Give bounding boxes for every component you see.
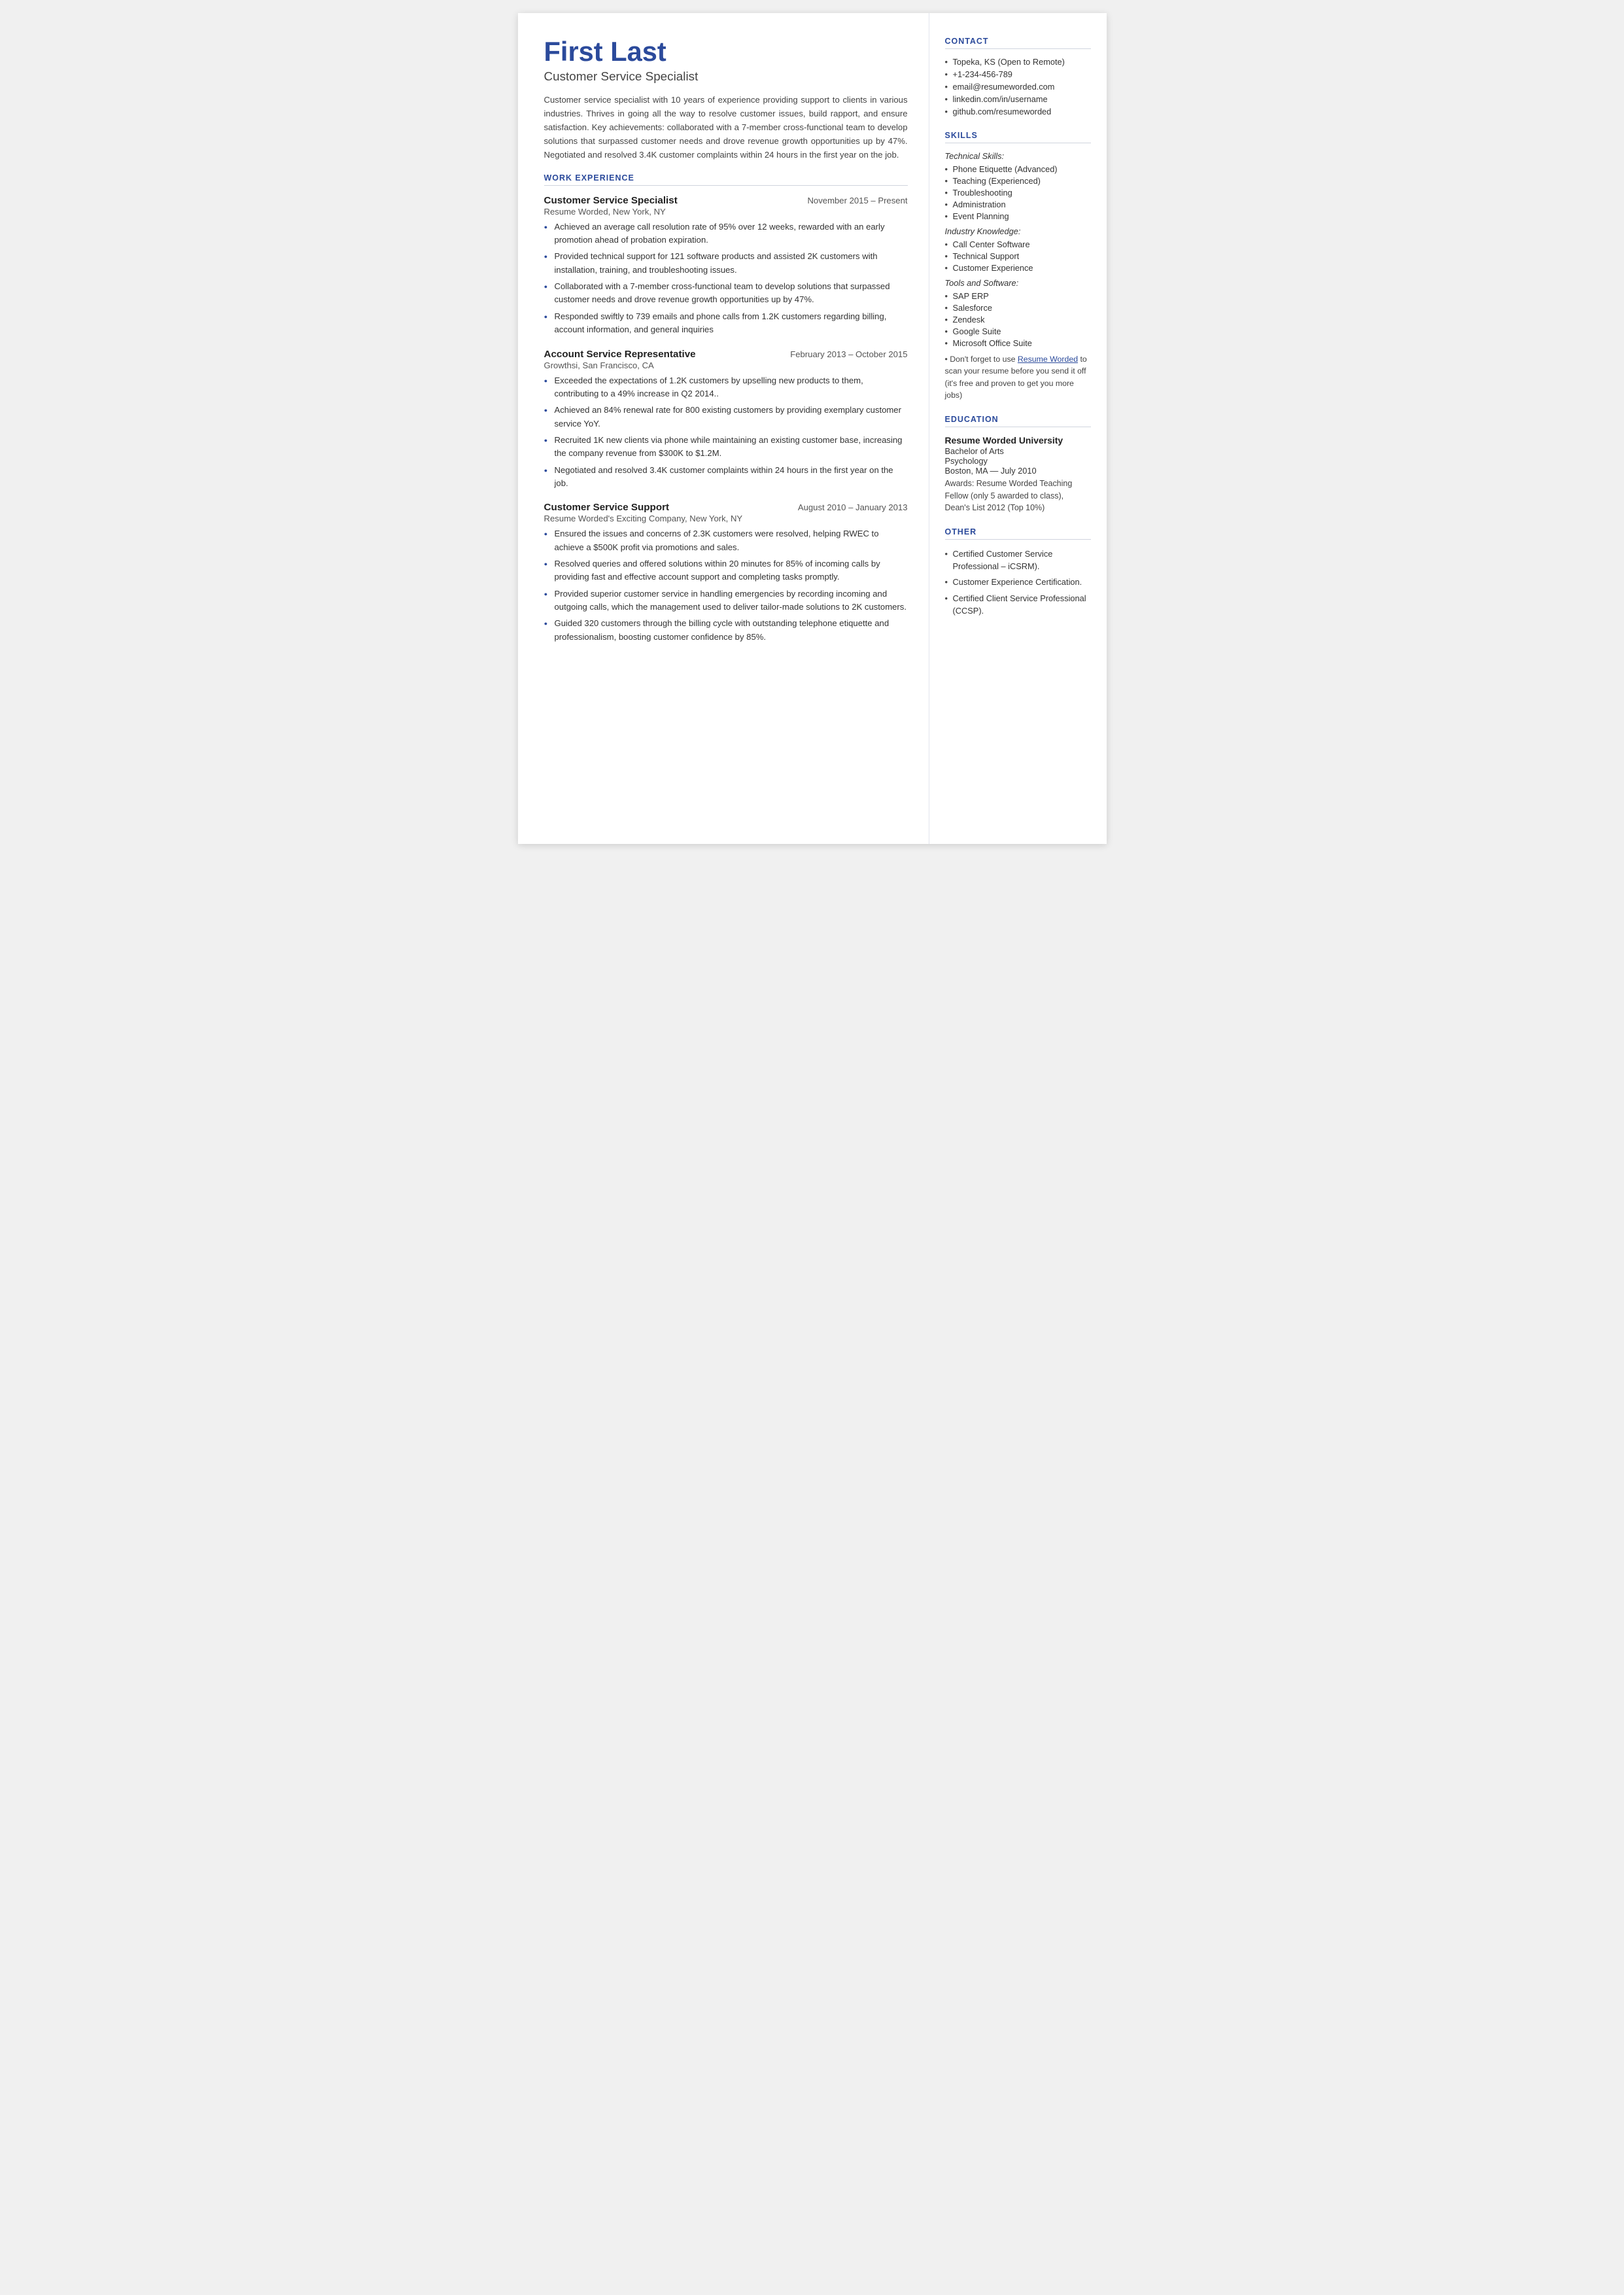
skill-item: Customer Experience xyxy=(945,263,1091,273)
bullet: Exceeded the expectations of 1.2K custom… xyxy=(544,374,908,401)
job-header-3: Customer Service Support August 2010 – J… xyxy=(544,502,908,513)
job-dates-2: February 2013 – October 2015 xyxy=(790,349,907,359)
other-section: OTHER Certified Customer Service Profess… xyxy=(945,527,1091,617)
skill-item: Troubleshooting xyxy=(945,188,1091,198)
job-bullets-1: Achieved an average call resolution rate… xyxy=(544,220,908,337)
skills-label: SKILLS xyxy=(945,131,1091,143)
job-title-2: Account Service Representative xyxy=(544,349,696,360)
edu-awards: Awards: Resume Worded Teaching Fellow (o… xyxy=(945,478,1091,514)
bullet: Provided technical support for 121 softw… xyxy=(544,250,908,277)
edu-degree: Bachelor of Arts xyxy=(945,446,1091,456)
skill-item: Salesforce xyxy=(945,303,1091,313)
bullet: Resolved queries and offered solutions w… xyxy=(544,557,908,584)
job-block-3: Customer Service Support August 2010 – J… xyxy=(544,502,908,644)
technical-skills-heading: Technical Skills: xyxy=(945,151,1091,161)
contact-item-email: email@resumeworded.com xyxy=(945,82,1091,92)
job-company-2: Growthsi, San Francisco, CA xyxy=(544,360,908,370)
edu-major: Psychology xyxy=(945,456,1091,466)
bullet: Collaborated with a 7-member cross-funct… xyxy=(544,280,908,307)
job-dates-1: November 2015 – Present xyxy=(807,196,907,205)
candidate-name: First Last xyxy=(544,37,908,67)
skill-item: Call Center Software xyxy=(945,239,1091,249)
contact-list: Topeka, KS (Open to Remote) +1-234-456-7… xyxy=(945,57,1091,116)
job-title-3: Customer Service Support xyxy=(544,502,670,513)
tools-skills-heading: Tools and Software: xyxy=(945,278,1091,288)
contact-item-phone: +1-234-456-789 xyxy=(945,69,1091,79)
other-item-3: Certified Client Service Professional (C… xyxy=(945,592,1091,617)
job-header-1: Customer Service Specialist November 201… xyxy=(544,195,908,206)
bullet: Achieved an average call resolution rate… xyxy=(544,220,908,247)
bullet: Responded swiftly to 739 emails and phon… xyxy=(544,310,908,337)
edu-block: Resume Worded University Bachelor of Art… xyxy=(945,435,1091,514)
skill-item: SAP ERP xyxy=(945,291,1091,301)
skill-item: Event Planning xyxy=(945,211,1091,221)
job-bullets-2: Exceeded the expectations of 1.2K custom… xyxy=(544,374,908,491)
job-dates-3: August 2010 – January 2013 xyxy=(798,502,908,512)
job-header-2: Account Service Representative February … xyxy=(544,349,908,360)
resume-worded-link[interactable]: Resume Worded xyxy=(1018,355,1078,364)
skills-section: SKILLS Technical Skills: Phone Etiquette… xyxy=(945,131,1091,402)
edu-school: Resume Worded University xyxy=(945,435,1091,446)
skill-item: Google Suite xyxy=(945,326,1091,336)
work-experience-label: WORK EXPERIENCE xyxy=(544,173,908,186)
skills-note-pre: • Don't forget to use xyxy=(945,355,1018,364)
candidate-job-title: Customer Service Specialist xyxy=(544,69,908,84)
other-item-1: Certified Customer Service Professional … xyxy=(945,548,1091,572)
summary-text: Customer service specialist with 10 year… xyxy=(544,93,908,162)
other-list: Certified Customer Service Professional … xyxy=(945,548,1091,617)
bullet: Recruited 1K new clients via phone while… xyxy=(544,434,908,461)
job-block-2: Account Service Representative February … xyxy=(544,349,908,491)
right-column: CONTACT Topeka, KS (Open to Remote) +1-2… xyxy=(929,13,1107,844)
job-company-1: Resume Worded, New York, NY xyxy=(544,207,908,217)
bullet: Achieved an 84% renewal rate for 800 exi… xyxy=(544,404,908,430)
contact-label: CONTACT xyxy=(945,37,1091,49)
technical-skills-list: Phone Etiquette (Advanced) Teaching (Exp… xyxy=(945,164,1091,221)
skill-item: Teaching (Experienced) xyxy=(945,176,1091,186)
job-bullets-3: Ensured the issues and concerns of 2.3K … xyxy=(544,527,908,644)
skill-item: Microsoft Office Suite xyxy=(945,338,1091,348)
job-block-1: Customer Service Specialist November 201… xyxy=(544,195,908,337)
skill-item: Administration xyxy=(945,200,1091,209)
contact-item-github: github.com/resumeworded xyxy=(945,107,1091,116)
bullet: Negotiated and resolved 3.4K customer co… xyxy=(544,464,908,491)
industry-skills-heading: Industry Knowledge: xyxy=(945,226,1091,236)
header-block: First Last Customer Service Specialist xyxy=(544,37,908,84)
skill-item: Technical Support xyxy=(945,251,1091,261)
contact-section: CONTACT Topeka, KS (Open to Remote) +1-2… xyxy=(945,37,1091,116)
contact-item-linkedin: linkedin.com/in/username xyxy=(945,94,1091,104)
skills-note: • Don't forget to use Resume Worded to s… xyxy=(945,353,1091,402)
bullet: Guided 320 customers through the billing… xyxy=(544,617,908,644)
education-section: EDUCATION Resume Worded University Bache… xyxy=(945,415,1091,514)
edu-location: Boston, MA — July 2010 xyxy=(945,466,1091,476)
resume-page: First Last Customer Service Specialist C… xyxy=(518,13,1107,844)
bullet: Provided superior customer service in ha… xyxy=(544,587,908,614)
education-label: EDUCATION xyxy=(945,415,1091,427)
skill-item: Phone Etiquette (Advanced) xyxy=(945,164,1091,174)
skill-item: Zendesk xyxy=(945,315,1091,324)
contact-item-location: Topeka, KS (Open to Remote) xyxy=(945,57,1091,67)
industry-skills-list: Call Center Software Technical Support C… xyxy=(945,239,1091,273)
job-title-1: Customer Service Specialist xyxy=(544,195,678,206)
bullet: Ensured the issues and concerns of 2.3K … xyxy=(544,527,908,554)
other-label: OTHER xyxy=(945,527,1091,540)
tools-skills-list: SAP ERP Salesforce Zendesk Google Suite … xyxy=(945,291,1091,348)
job-company-3: Resume Worded's Exciting Company, New Yo… xyxy=(544,514,908,523)
other-item-2: Customer Experience Certification. xyxy=(945,576,1091,588)
left-column: First Last Customer Service Specialist C… xyxy=(518,13,929,844)
